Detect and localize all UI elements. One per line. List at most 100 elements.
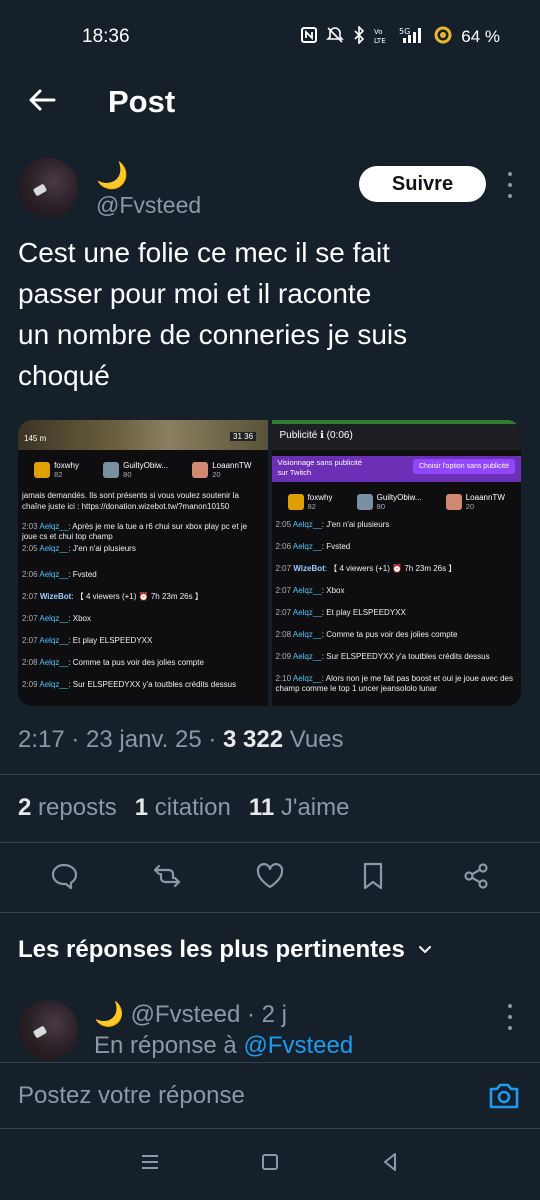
replies-sort-label: Les réponses les plus pertinentes: [18, 936, 405, 963]
chat-intro: jamais demandés. Ils sont présents si vo…: [22, 491, 239, 511]
chevron-down-icon: [417, 936, 433, 964]
reply-more-options-icon[interactable]: [500, 1004, 520, 1030]
reply-icon[interactable]: [49, 861, 79, 896]
reply-to-handle-link[interactable]: @Fvsteed: [243, 1032, 353, 1059]
system-nav-bar: [0, 1128, 540, 1200]
divider: [0, 774, 540, 775]
reply-avatar[interactable]: [18, 1000, 78, 1060]
mute-icon: [326, 26, 345, 48]
hud-distance: 145 m: [24, 434, 47, 443]
display-name[interactable]: 🌙: [96, 160, 128, 191]
sub-name: LoaannTW: [212, 461, 252, 470]
svg-text:5G: 5G: [399, 27, 410, 36]
page-title: Post: [108, 84, 176, 119]
bookmark-icon[interactable]: [358, 861, 388, 896]
sub-name: GuiltyObiw...: [123, 461, 169, 470]
gift-icon: [287, 494, 304, 510]
battery-percent: 64 %: [461, 27, 500, 46]
views-label: Vues: [283, 726, 344, 753]
sub-count: 82: [54, 470, 63, 479]
post-meta: 2:17 · 23 janv. 25 · 3 322 Vues: [18, 726, 344, 754]
sub-count: 80: [376, 502, 385, 511]
ad-title: Publicité ℹ (0:06): [279, 430, 353, 441]
chat-line: 2:09 Aelqz__: Sur ELSPEEDYXX y'a toutble…: [275, 652, 490, 661]
sub-name: foxwhy: [307, 493, 333, 502]
sub-count: 80: [123, 470, 132, 479]
more-options-icon[interactable]: [500, 172, 520, 198]
chat-line: 2:07 WizeBot: 【 4 viewers (+1) ⏰ 7h 23m …: [22, 592, 203, 601]
reply-to-prefix: En réponse à: [94, 1032, 244, 1059]
chat-line: 2:07 Aelqz__: Et play ELSPEEDYXX: [22, 636, 153, 645]
reply-display-name[interactable]: 🌙: [94, 1001, 124, 1028]
status-time: 18:36: [82, 26, 130, 47]
media-image-left[interactable]: 145 m 31 36 foxwhy 82 GuiltyObiw... 80 Loa…: [18, 420, 268, 706]
gift-icon: [103, 462, 120, 478]
media-gallery[interactable]: 145 m 31 36 foxwhy 82 GuiltyObiw... 80 Loa…: [18, 420, 521, 706]
like-icon[interactable]: [255, 861, 285, 896]
post-text: Cest une folie ce mec il se fait passer …: [18, 237, 408, 391]
chat-line: 2:07 WizeBot: 【 4 viewers (+1) ⏰ 7h 23m …: [275, 564, 457, 573]
volte-icon: Vo LTE: [374, 26, 390, 48]
sub-gifter: foxwhy 82: [287, 486, 333, 518]
svg-text:Vo: Vo: [374, 28, 383, 36]
reply-handle-time: @Fvsteed · 2 j: [130, 1001, 287, 1028]
divider: [0, 842, 540, 843]
follow-button[interactable]: Suivre: [359, 166, 486, 202]
ad-promo-banner: Visionnage sans publicité sur Twitch Cho…: [271, 456, 521, 482]
reposts-stat[interactable]: 2 reposts: [18, 794, 117, 822]
battery-icon: [434, 26, 452, 48]
gift-icon: [34, 462, 51, 478]
bluetooth-icon: [353, 25, 365, 48]
sub-name: LoaannTW: [465, 493, 505, 502]
quotes-stat[interactable]: 1 citation: [135, 794, 231, 822]
chat-line: 2:05 Aelqz__: J'en n'ai plusieurs: [22, 544, 136, 553]
reply-header: 🌙 @Fvsteed · 2 j: [94, 1000, 287, 1029]
home-icon[interactable]: [258, 1150, 282, 1179]
chat-log: 2:03 Aelqz__: Après je me la tue a r6 ch…: [22, 522, 264, 702]
gift-icon: [445, 494, 462, 510]
chat-line: 2:07 Aelqz__: Xbox: [275, 586, 345, 595]
sub-gifters: foxwhy 82 GuiltyObiw... 80 LoaannTW 20: [18, 454, 268, 486]
status-bar: 18:36 Vo LTE 5G 64 %: [0, 0, 540, 72]
sub-gifter: foxwhy 82: [34, 454, 79, 486]
chat-line: 2:05 Aelqz__: J'en n'ai plusieurs: [275, 520, 390, 529]
gift-icon: [192, 462, 209, 478]
ad-free-button: Choisir l'option sans publicité: [412, 459, 515, 474]
camera-icon[interactable]: [487, 1081, 521, 1111]
chat-line: 2:07 Aelqz__: Xbox: [22, 614, 91, 623]
reply-input[interactable]: [18, 1082, 458, 1110]
back-icon[interactable]: [378, 1150, 402, 1179]
gift-icon: [356, 494, 373, 510]
sub-name: foxwhy: [54, 461, 79, 470]
avatar[interactable]: [18, 158, 78, 218]
media-image-right[interactable]: Publicité ℹ (0:06) Visionnage sans publi…: [271, 420, 522, 706]
sub-gifter: GuiltyObiw... 80: [356, 486, 422, 518]
menu-icon[interactable]: [138, 1150, 162, 1179]
chat-line: 2:06 Aelqz__: Fvsted: [275, 542, 351, 551]
sub-count: 20: [212, 470, 221, 479]
views-count: 3 322: [223, 726, 284, 753]
post-stats: 2 reposts 1 citation 11 J'aime: [18, 794, 349, 822]
sub-gifter: LoaannTW 20: [445, 486, 505, 518]
chat-line: 2:10 Aelqz__: Alors non je me fait pas b…: [275, 674, 514, 693]
chat-line: 2:09 Aelqz__: Sur ELSPEEDYXX y'a toutble…: [22, 680, 237, 689]
hud-score: 31 36: [230, 432, 257, 441]
post-timestamp: 2:17 · 23 janv. 25 ·: [18, 726, 224, 753]
status-icons: Vo LTE 5G 64 %: [301, 25, 500, 48]
chat-line: 2:08 Aelqz__: Comme ta pus voir des joli…: [22, 658, 204, 667]
chat-line: 2:08 Aelqz__: Comme ta pus voir des joli…: [275, 630, 458, 639]
chat-line: 2:03 Aelqz__: Après je me la tue a r6 ch…: [22, 522, 248, 541]
author-handle[interactable]: @Fvsteed: [96, 192, 201, 219]
share-icon[interactable]: [461, 861, 491, 896]
back-arrow-icon[interactable]: [26, 84, 58, 116]
repost-icon[interactable]: [152, 861, 182, 896]
sub-count: 82: [307, 502, 316, 511]
replies-sort[interactable]: Les réponses les plus pertinentes: [18, 936, 433, 964]
sub-gifters: foxwhy 82 GuiltyObiw... 80 LoaannTW 20: [272, 486, 522, 518]
divider: [0, 912, 540, 913]
5g-signal-icon: 5G: [399, 26, 425, 48]
svg-text:LTE: LTE: [374, 37, 386, 44]
nfc-icon: [301, 27, 318, 47]
action-bar: [0, 856, 540, 900]
likes-stat[interactable]: 11 J'aime: [249, 794, 350, 822]
